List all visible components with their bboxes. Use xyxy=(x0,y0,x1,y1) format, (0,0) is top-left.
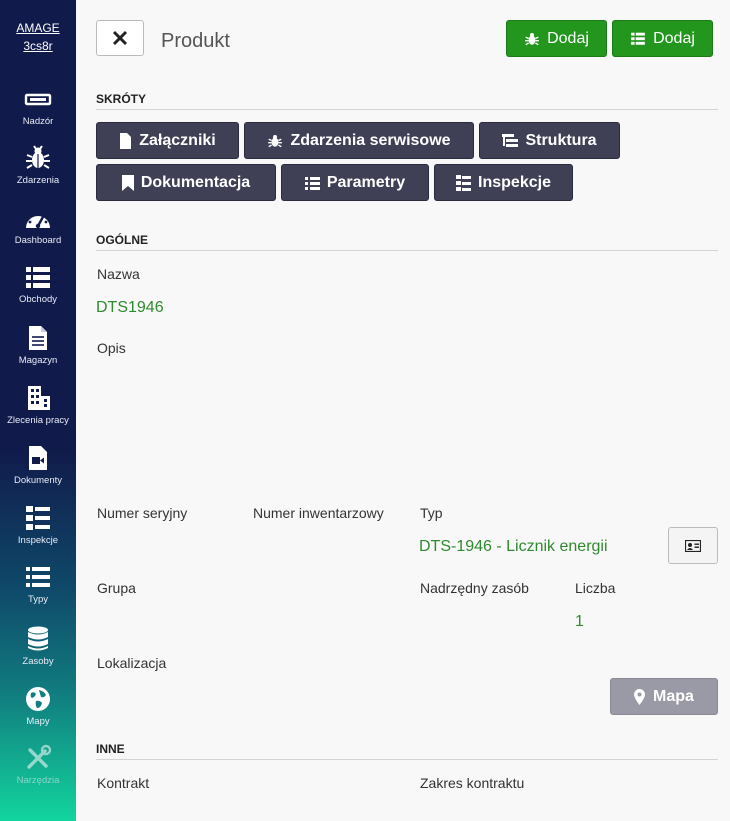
sidebar-item-zdarzenia[interactable]: Zdarzenia xyxy=(0,144,76,204)
shortcut-structure-button[interactable]: Struktura xyxy=(479,122,620,159)
id-card-icon xyxy=(685,539,701,552)
add-list-button[interactable]: Dodaj xyxy=(612,20,713,57)
shortcut-label: Załączniki xyxy=(139,131,216,149)
section-title-shortcuts: SKRÓTY xyxy=(96,92,718,110)
file-icon xyxy=(120,132,132,149)
sidebar-item-label: Inspekcje xyxy=(17,535,59,546)
shortcut-label: Parametry xyxy=(326,173,406,191)
page-title: Produkt xyxy=(161,30,230,52)
structure-icon xyxy=(502,133,519,147)
list-icon xyxy=(304,176,320,190)
sidebar-item-zlecenia-pracy[interactable]: Zlecenia pracy xyxy=(0,384,76,444)
contract-label: Kontrakt xyxy=(97,775,150,791)
count-value: 1 xyxy=(575,613,584,630)
section-title-general: OGÓLNE xyxy=(96,233,718,251)
sidebar-item-dashboard[interactable]: Dashboard xyxy=(0,206,76,266)
sidebar: AMAGE 3cs8r Nadzór Zdarzenia Dashboard O… xyxy=(0,0,76,821)
type-label: Typ xyxy=(420,505,443,521)
add-event-label: Dodaj xyxy=(547,29,589,47)
add-list-label: Dodaj xyxy=(653,29,695,47)
group-label: Grupa xyxy=(97,580,136,596)
sidebar-item-zasoby[interactable]: Zasoby xyxy=(0,625,76,685)
add-event-button[interactable]: Dodaj xyxy=(506,20,607,57)
count-label: Liczba xyxy=(575,580,616,596)
sidebar-item-label: Zlecenia pracy xyxy=(7,415,69,426)
serial-number-label: Numer seryjny xyxy=(97,505,188,521)
shortcut-label: Inspekcje xyxy=(478,173,551,191)
name-label: Nazwa xyxy=(97,266,140,282)
map-button-label: Mapa xyxy=(653,687,694,705)
shortcut-inspections-button[interactable]: Inspekcje xyxy=(434,164,573,201)
sidebar-item-inspekcje[interactable]: Inspekcje xyxy=(0,504,76,564)
checklist-icon xyxy=(26,506,50,530)
name-value: DTS1946 xyxy=(96,299,164,316)
sidebar-item-label: Typy xyxy=(27,594,49,605)
brand-code[interactable]: 3cs8r xyxy=(0,39,76,53)
checklist-icon xyxy=(456,174,472,191)
sidebar-item-mapy[interactable]: Mapy xyxy=(0,685,76,745)
shortcut-label: Zdarzenia serwisowe xyxy=(290,131,451,149)
document-icon xyxy=(29,326,47,350)
contract-scope-label: Zakres kontraktu xyxy=(420,775,525,791)
building-icon xyxy=(28,386,50,410)
sidebar-item-nadzor[interactable]: Nadzór xyxy=(0,89,76,149)
video-file-icon xyxy=(29,446,47,470)
close-icon xyxy=(112,30,128,46)
sidebar-item-narzedzia[interactable]: Narzędzia xyxy=(0,744,76,804)
sidebar-item-label: Dokumenty xyxy=(13,475,63,486)
sidebar-item-label: Dashboard xyxy=(14,235,62,246)
sidebar-item-label: Magazyn xyxy=(18,355,58,366)
tools-icon xyxy=(27,744,52,769)
globe-icon xyxy=(26,687,50,711)
sidebar-item-magazyn[interactable]: Magazyn xyxy=(0,324,76,384)
list-icon xyxy=(631,32,645,45)
sidebar-item-label: Narzędzia xyxy=(16,775,60,786)
inventory-number-label: Numer inwentarzowy xyxy=(253,505,384,521)
sidebar-item-obchody[interactable]: Obchody xyxy=(0,265,76,325)
bug-icon xyxy=(26,145,50,169)
section-title-other: INNE xyxy=(96,742,718,760)
list-icon xyxy=(26,267,50,288)
list-icon xyxy=(26,567,50,587)
close-button[interactable] xyxy=(96,20,144,56)
sidebar-item-label: Zasoby xyxy=(22,656,54,667)
location-label: Lokalizacja xyxy=(97,655,167,671)
description-label: Opis xyxy=(97,340,126,356)
sidebar-item-typy[interactable]: Typy xyxy=(0,565,76,625)
shortcut-documentation-button[interactable]: Dokumentacja xyxy=(96,164,276,201)
map-button[interactable]: Mapa xyxy=(610,678,718,715)
sidebar-item-label: Obchody xyxy=(18,294,58,305)
parent-asset-label: Nadrzędny zasób xyxy=(420,580,529,596)
bug-icon xyxy=(525,32,539,45)
bookmark-icon xyxy=(121,174,134,191)
shortcut-attachments-button[interactable]: Załączniki xyxy=(96,122,239,159)
bug-icon xyxy=(268,134,283,147)
map-marker-icon xyxy=(634,688,646,705)
shortcut-label: Dokumentacja xyxy=(140,173,251,191)
shortcut-parameters-button[interactable]: Parametry xyxy=(281,164,429,201)
sidebar-item-label: Mapy xyxy=(26,716,50,727)
type-card-button[interactable] xyxy=(668,527,718,564)
gauge-icon xyxy=(26,211,50,229)
shortcut-service-events-button[interactable]: Zdarzenia serwisowe xyxy=(244,122,474,159)
database-icon xyxy=(28,626,48,651)
sidebar-item-label: Zdarzenia xyxy=(16,175,60,186)
type-value[interactable]: DTS-1946 - Licznik energii xyxy=(419,538,608,556)
main-content: Produkt Dodaj Dodaj SKRÓTY Załączniki Zd… xyxy=(76,0,730,821)
monitor-icon xyxy=(24,93,52,106)
shortcut-label: Struktura xyxy=(525,131,597,149)
sidebar-item-label: Nadzór xyxy=(22,116,54,127)
sidebar-item-dokumenty[interactable]: Dokumenty xyxy=(0,444,76,504)
brand-name[interactable]: AMAGE xyxy=(0,21,76,35)
